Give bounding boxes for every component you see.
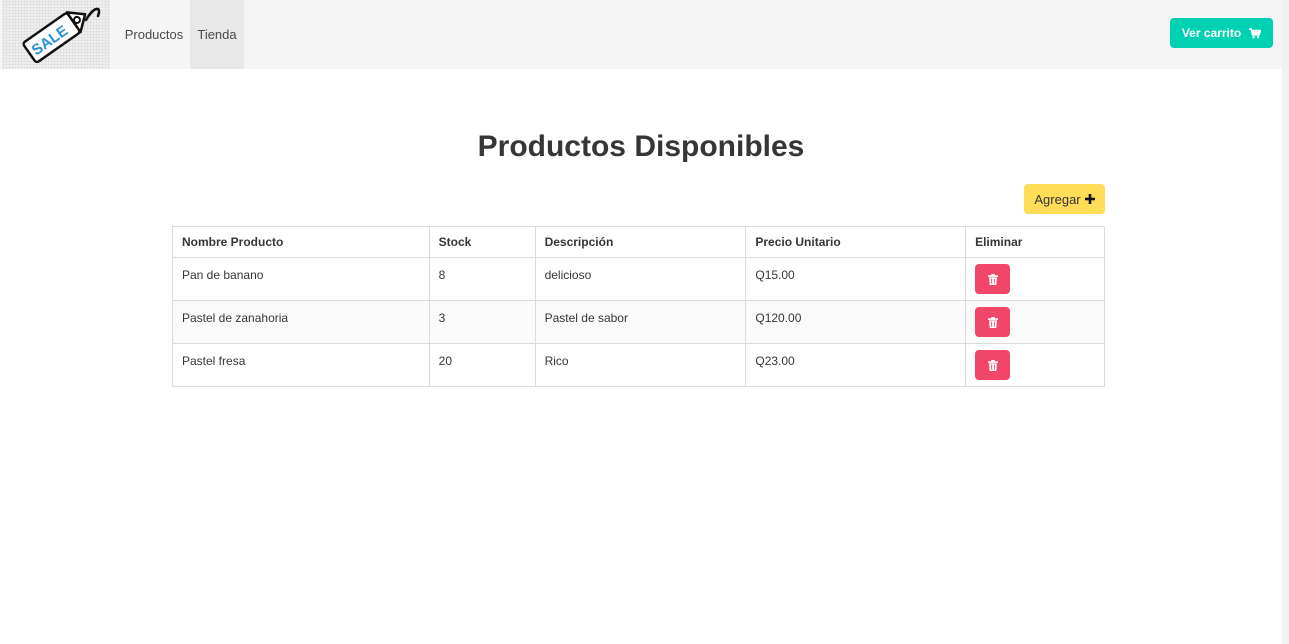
product-price: Q23.00 [745,343,967,387]
header-stock: Stock [428,226,536,258]
table-header-row: Nombre Producto Stock Descripción Precio… [172,226,1105,258]
trash-icon [987,273,998,285]
header-precio-unitario: Precio Unitario [745,226,967,258]
nav-item-productos[interactable]: Productos [118,0,190,69]
header-descripcion: Descripción [534,226,747,258]
nav-item-tienda[interactable]: Tienda [190,0,244,69]
table-row: Pan de banano 8 delicioso Q15.00 [172,257,1105,301]
navbar: SALE Productos Tienda Ver carrito [0,0,1282,69]
price-tag-icon: SALE [22,7,101,64]
table-row: Pastel de zanahoria 3 Pastel de sabor Q1… [172,300,1105,344]
trash-icon [987,316,998,328]
brand-logo[interactable]: SALE [2,0,110,69]
add-product-label: Agregar [1034,191,1081,207]
shopping-cart-icon [1249,27,1262,38]
page-title: Productos Disponibles [477,130,805,163]
delete-cell [965,300,1105,344]
product-price: Q120.00 [745,300,967,344]
product-stock: 20 [428,343,536,387]
product-price: Q15.00 [745,257,967,301]
delete-button[interactable] [975,264,1011,294]
delete-cell [965,343,1105,387]
delete-button[interactable] [975,307,1011,337]
header-nombre-producto: Nombre Producto [172,226,430,258]
product-stock: 3 [428,300,536,344]
plus-icon [1084,194,1095,204]
product-name: Pan de banano [172,257,430,301]
product-description: delicioso [534,257,747,301]
add-product-button[interactable]: Agregar [1024,184,1105,214]
products-table: Nombre Producto Stock Descripción Precio… [172,226,1105,387]
table-row: Pastel fresa 20 Rico Q23.00 [172,343,1105,387]
product-description: Rico [534,343,747,387]
delete-button[interactable] [975,350,1011,380]
trash-icon [987,359,998,371]
scrollbar[interactable] [1282,0,1289,644]
product-stock: 8 [428,257,536,301]
product-description: Pastel de sabor [534,300,747,344]
product-name: Pastel de zanahoria [172,300,430,344]
delete-cell [965,257,1105,301]
view-cart-button[interactable]: Ver carrito [1170,18,1273,48]
view-cart-label: Ver carrito [1181,26,1242,40]
header-eliminar: Eliminar [965,226,1105,258]
product-name: Pastel fresa [172,343,430,387]
